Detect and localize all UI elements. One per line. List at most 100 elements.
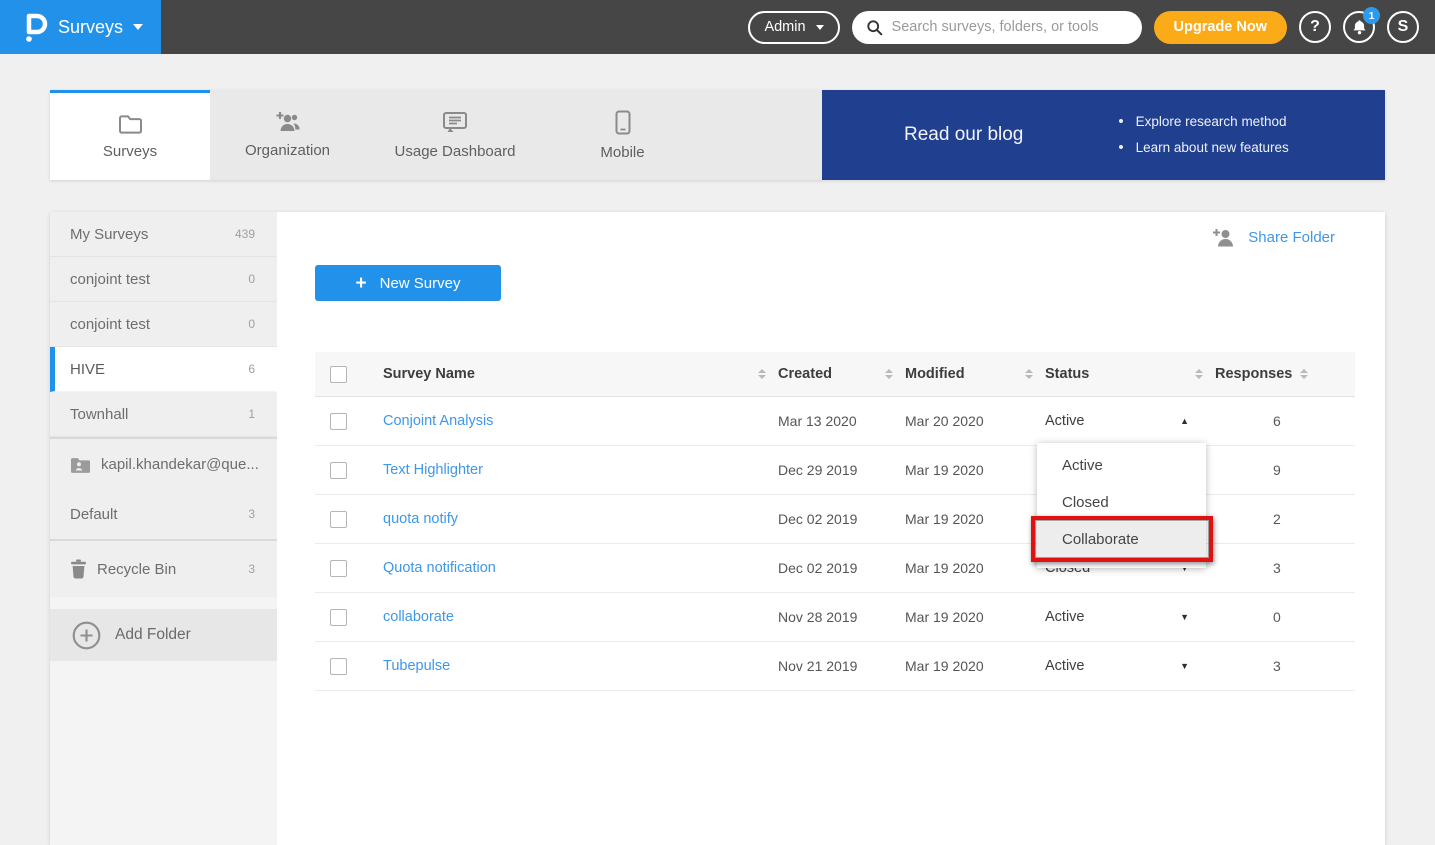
responses-count: 2 <box>1273 511 1281 527</box>
folder-label: My Surveys <box>70 226 148 243</box>
responses-count: 6 <box>1273 413 1281 429</box>
survey-name-link[interactable]: quota notify <box>383 511 458 527</box>
sort-icon[interactable] <box>758 369 766 379</box>
row-checkbox[interactable] <box>330 658 347 675</box>
modified-date: Mar 19 2020 <box>905 462 984 478</box>
status-cell[interactable]: Active ▼ <box>1045 658 1215 674</box>
app-switcher[interactable]: Surveys <box>0 0 161 54</box>
row-checkbox-cell <box>315 560 383 577</box>
survey-name-link[interactable]: collaborate <box>383 609 454 625</box>
page: Surveys Admin Upgrade Now ? <box>0 0 1435 845</box>
sidebar-folder-item[interactable]: My Surveys 439 <box>50 212 277 257</box>
row-checkbox[interactable] <box>330 560 347 577</box>
status-dropdown-option[interactable]: Collaborate <box>1037 521 1206 558</box>
header-status[interactable]: Status <box>1045 366 1215 382</box>
responses-count: 0 <box>1273 609 1281 625</box>
notifications-button[interactable]: 1 <box>1343 11 1375 43</box>
folder-count: 3 <box>248 507 255 521</box>
status-caret-icon[interactable]: ▲ <box>1180 416 1189 426</box>
created-date: Mar 13 2020 <box>778 413 857 429</box>
global-search[interactable] <box>852 11 1142 44</box>
modified-cell: Mar 20 2020 <box>905 413 1045 429</box>
modified-date: Mar 19 2020 <box>905 609 984 625</box>
survey-name-cell: Quota notification <box>383 560 778 576</box>
sidebar-folder-item[interactable]: conjoint test 0 <box>50 302 277 347</box>
tab-organization[interactable]: Organization <box>210 90 365 180</box>
status-value: Active <box>1045 413 1085 429</box>
topbar-actions: Admin Upgrade Now ? <box>748 11 1419 44</box>
row-checkbox-cell <box>315 609 383 626</box>
sidebar-item-label: Default <box>70 506 118 523</box>
table-row: collaborate Nov 28 2019 Mar 19 2020 Acti… <box>315 593 1355 642</box>
survey-name-link[interactable]: Tubepulse <box>383 658 450 674</box>
row-checkbox[interactable] <box>330 413 347 430</box>
survey-name-link[interactable]: Conjoint Analysis <box>383 413 493 429</box>
section-tabs: Surveys Organization <box>50 90 1385 180</box>
search-input[interactable] <box>892 19 1128 35</box>
avatar-initial: S <box>1398 18 1409 36</box>
sidebar-folder-item[interactable]: HIVE 6 <box>50 347 277 392</box>
notification-count-badge: 1 <box>1363 7 1380 24</box>
survey-name-cell: collaborate <box>383 609 778 625</box>
row-checkbox-cell <box>315 413 383 430</box>
created-date: Nov 21 2019 <box>778 658 857 674</box>
sidebar-folder-item[interactable]: conjoint test 0 <box>50 257 277 302</box>
sort-icon[interactable] <box>1025 369 1033 379</box>
status-cell[interactable]: Active ▲ <box>1045 413 1215 429</box>
folder-count: 0 <box>248 317 255 331</box>
add-folder-button[interactable]: Add Folder <box>50 609 277 661</box>
sort-icon[interactable] <box>1195 369 1203 379</box>
user-avatar[interactable]: S <box>1387 11 1419 43</box>
folder-count: 1 <box>248 407 255 421</box>
modified-date: Mar 19 2020 <box>905 560 984 576</box>
select-all-checkbox[interactable] <box>330 366 347 383</box>
trash-icon <box>70 559 87 579</box>
folder-sidebar: My Surveys 439 conjoint test 0 conjoint … <box>50 212 277 845</box>
modified-cell: Mar 19 2020 <box>905 511 1045 527</box>
status-caret-icon[interactable]: ▼ <box>1180 612 1189 622</box>
admin-menu-button[interactable]: Admin <box>748 11 839 44</box>
sidebar-folder-item[interactable]: Townhall 1 <box>50 392 277 437</box>
row-checkbox-cell <box>315 511 383 528</box>
tab-mobile[interactable]: Mobile <box>545 90 700 180</box>
sort-icon[interactable] <box>1300 369 1308 379</box>
created-cell: Mar 13 2020 <box>778 413 905 429</box>
sidebar-item-default[interactable]: Default 3 <box>50 489 277 539</box>
question-mark-icon: ? <box>1310 18 1320 36</box>
status-dropdown-option[interactable]: Active <box>1037 447 1206 484</box>
responses-count: 3 <box>1273 560 1281 576</box>
row-checkbox[interactable] <box>330 511 347 528</box>
tab-label: Organization <box>245 142 330 159</box>
survey-name-cell: Conjoint Analysis <box>383 413 778 429</box>
folder-count: 439 <box>235 227 255 241</box>
new-survey-label: New Survey <box>380 275 461 292</box>
status-dropdown-option[interactable]: Closed <box>1037 484 1206 521</box>
survey-name-link[interactable]: Text Highlighter <box>383 462 483 478</box>
tab-usage-dashboard[interactable]: Usage Dashboard <box>365 90 545 180</box>
share-folder-button[interactable]: Share Folder <box>1212 228 1335 247</box>
header-responses[interactable]: Responses <box>1215 366 1355 382</box>
sidebar-item-recycle-bin[interactable]: Recycle Bin 3 <box>50 541 277 597</box>
header-modified[interactable]: Modified <box>905 366 1045 382</box>
sidebar-item-shared-account[interactable]: kapil.khandekar@que... <box>50 439 277 489</box>
new-survey-button[interactable]: + New Survey <box>315 265 501 301</box>
upgrade-now-button[interactable]: Upgrade Now <box>1154 11 1287 44</box>
folder-count: 6 <box>248 362 255 376</box>
header-created[interactable]: Created <box>778 366 905 382</box>
created-cell: Dec 02 2019 <box>778 511 905 527</box>
modified-date: Mar 19 2020 <box>905 658 984 674</box>
dashboard-screen-icon <box>442 111 468 134</box>
status-cell[interactable]: Active ▼ <box>1045 609 1215 625</box>
created-cell: Dec 02 2019 <box>778 560 905 576</box>
header-survey-name[interactable]: Survey Name <box>383 366 778 382</box>
blog-banner[interactable]: Read our blog Explore research methodLea… <box>822 90 1385 180</box>
row-checkbox[interactable] <box>330 609 347 626</box>
tab-surveys[interactable]: Surveys <box>50 90 210 180</box>
folder-count: 3 <box>248 562 255 576</box>
search-icon <box>866 19 883 36</box>
sort-icon[interactable] <box>885 369 893 379</box>
row-checkbox[interactable] <box>330 462 347 479</box>
help-button[interactable]: ? <box>1299 11 1331 43</box>
status-caret-icon[interactable]: ▼ <box>1180 661 1189 671</box>
survey-name-link[interactable]: Quota notification <box>383 560 496 576</box>
